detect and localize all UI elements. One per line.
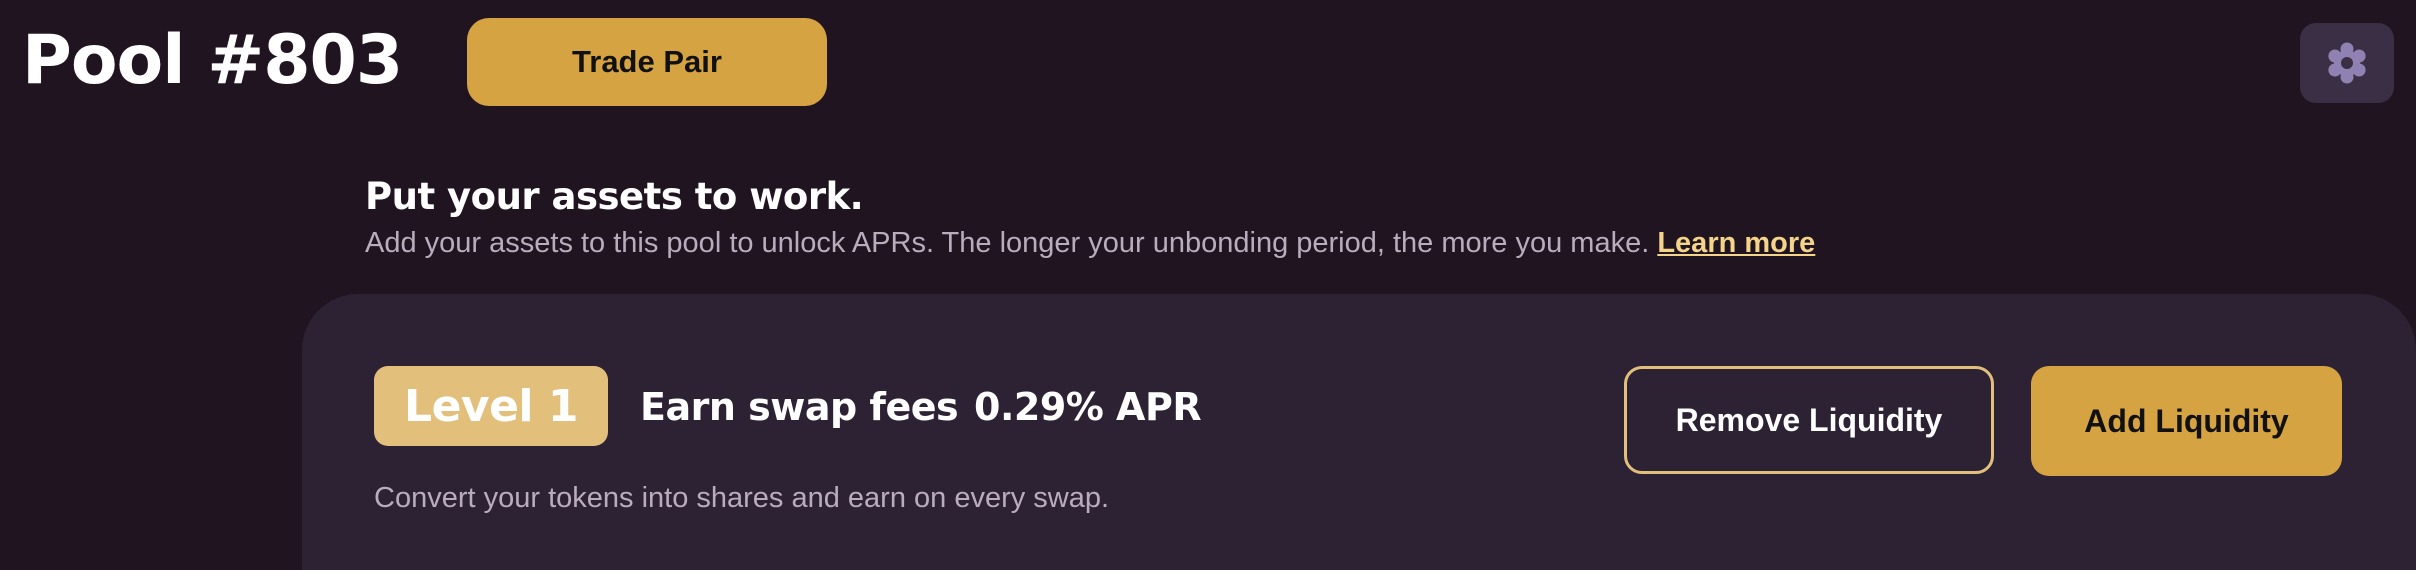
gear-icon [2328, 42, 2366, 84]
remove-liquidity-button[interactable]: Remove Liquidity [1624, 366, 1994, 474]
intro-description: Add your assets to this pool to unlock A… [365, 227, 1650, 259]
level-title: Earn swap fees [640, 385, 959, 429]
level-description: Convert your tokens into shares and earn… [374, 482, 1110, 514]
trade-pair-button[interactable]: Trade Pair [467, 18, 827, 106]
intro-description-line: Add your assets to this pool to unlock A… [365, 224, 1815, 262]
add-liquidity-button[interactable]: Add Liquidity [2031, 366, 2342, 476]
level-apr: 0.29% APR [974, 385, 1202, 429]
settings-button[interactable] [2300, 23, 2394, 103]
pool-title: Pool #803 [22, 21, 403, 100]
level-badge: Level 1 [374, 366, 608, 446]
learn-more-link[interactable]: Learn more [1657, 227, 1815, 259]
intro-heading: Put your assets to work. [365, 175, 864, 218]
